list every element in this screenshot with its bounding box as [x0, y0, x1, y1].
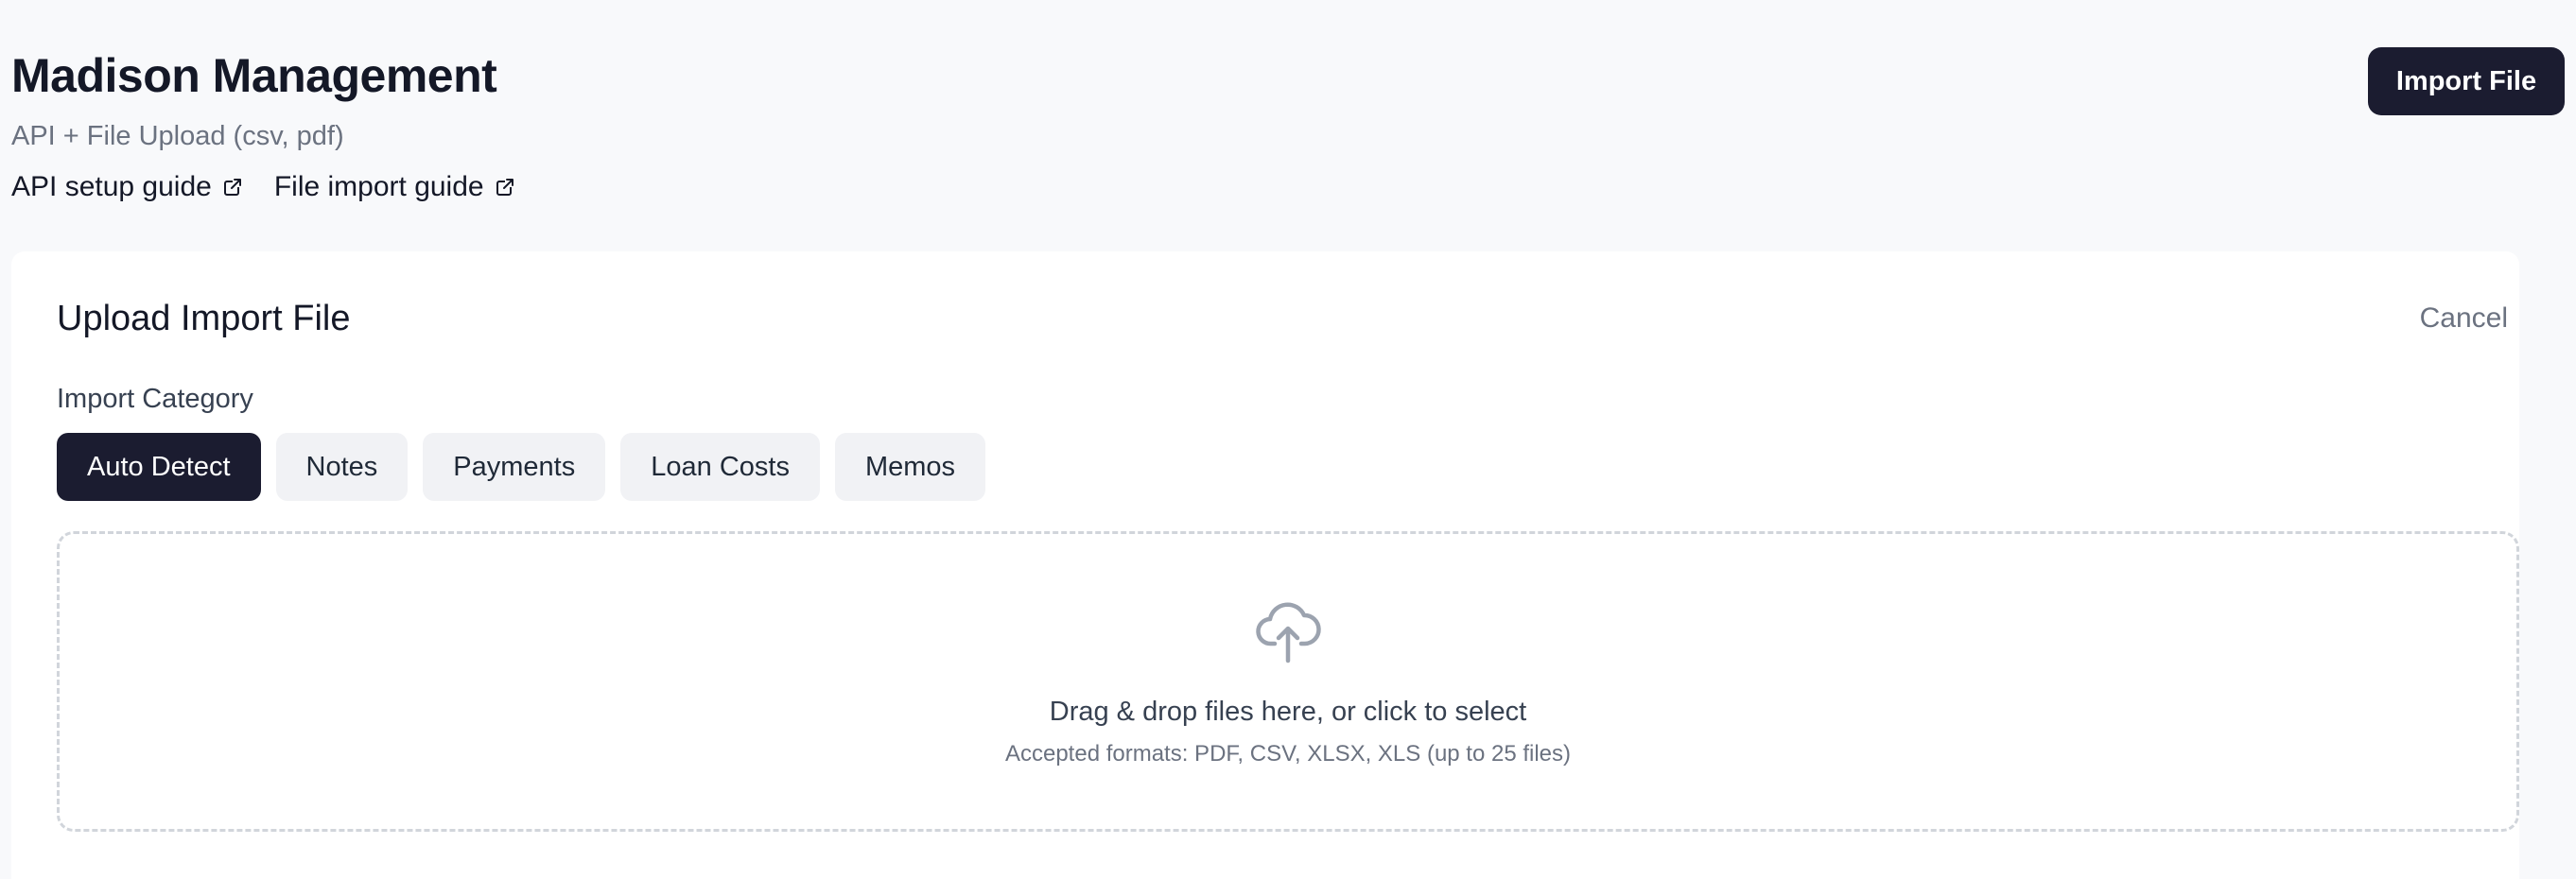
api-setup-guide-label: API setup guide: [11, 171, 212, 202]
dropzone-secondary-text: Accepted formats: PDF, CSV, XLSX, XLS (u…: [1004, 741, 1572, 767]
import-category-selector: Auto Detect Notes Payments Loan Costs Me…: [57, 433, 986, 501]
category-chip-notes[interactable]: Notes: [275, 433, 409, 501]
category-chip-auto-detect[interactable]: Auto Detect: [57, 433, 261, 501]
import-file-button[interactable]: Import File: [2368, 47, 2565, 115]
cloud-upload-icon: [1256, 602, 1321, 664]
file-dropzone[interactable]: Drag & drop files here, or click to sele…: [57, 531, 2519, 832]
cancel-button[interactable]: Cancel: [2420, 302, 2508, 335]
file-import-guide-link[interactable]: File import guide: [274, 170, 514, 204]
page: Madison Management API + File Upload (cs…: [0, 0, 2576, 879]
category-chip-payments[interactable]: Payments: [423, 433, 606, 501]
upload-import-card: Upload Import File Cancel Import Categor…: [11, 251, 2519, 879]
guide-links: API setup guide File import guide: [11, 170, 514, 204]
page-header: Madison Management API + File Upload (cs…: [11, 45, 514, 204]
category-chip-loan-costs[interactable]: Loan Costs: [620, 433, 820, 501]
file-import-guide-label: File import guide: [273, 171, 484, 202]
category-chip-memos[interactable]: Memos: [834, 433, 986, 501]
upload-card-title: Upload Import File: [57, 299, 351, 338]
api-setup-guide-link[interactable]: API setup guide: [11, 170, 242, 204]
external-link-icon: [496, 178, 514, 196]
import-category-label: Import Category: [57, 384, 253, 414]
dropzone-primary-text: Drag & drop files here, or click to sele…: [1049, 697, 1527, 727]
page-subtitle: API + File Upload (csv, pdf): [11, 121, 344, 151]
page-title: Madison Management: [11, 49, 497, 102]
external-link-icon: [223, 178, 242, 196]
